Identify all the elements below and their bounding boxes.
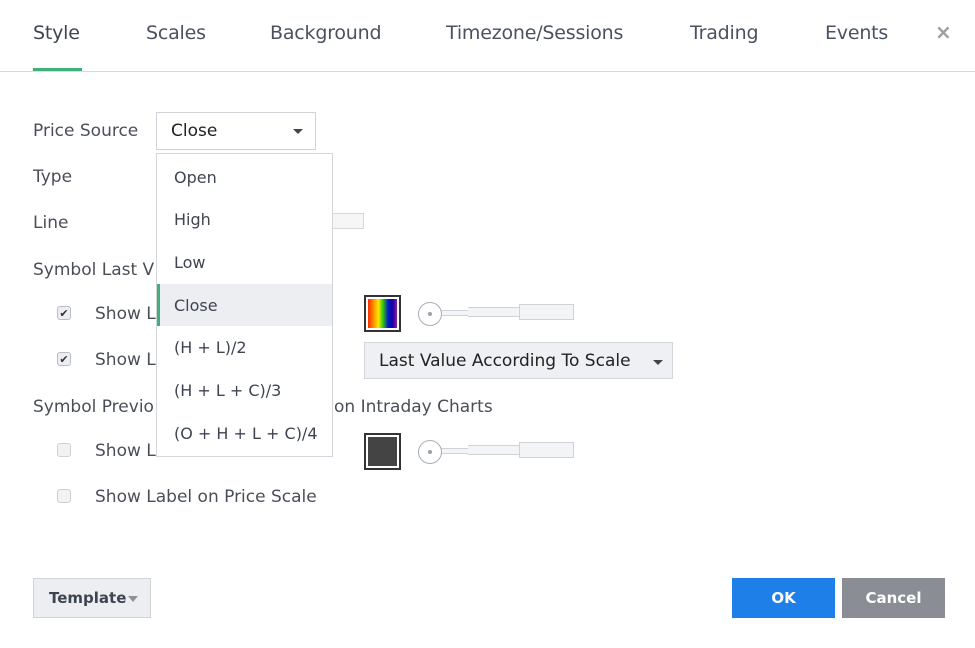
chevron-down-icon xyxy=(128,596,138,602)
show-label-label: Show L xyxy=(95,350,156,370)
price-source-label: Price Source xyxy=(33,121,139,141)
price-source-value: Close xyxy=(171,121,218,141)
last-value-color-picker[interactable] xyxy=(364,295,401,332)
tab-background[interactable]: Background xyxy=(270,22,382,44)
dropdown-option-ohlc4[interactable]: (O + H + L + C)/4 xyxy=(157,412,332,454)
close-icon[interactable]: × xyxy=(935,20,952,44)
price-source-dropdown: Open High Low Close (H + L)/2 (H + L + C… xyxy=(156,153,333,457)
symbol-prev-close-label: Symbol Previo xyxy=(33,397,154,417)
ok-button[interactable]: OK xyxy=(732,578,835,618)
tab-style[interactable]: Style xyxy=(33,22,80,44)
prev-show-label-checkbox[interactable] xyxy=(57,489,71,503)
dropdown-option-open[interactable]: Open xyxy=(157,156,332,198)
color-preview xyxy=(368,299,397,328)
line-label: Line xyxy=(33,213,69,233)
active-tab-indicator xyxy=(33,68,82,71)
symbol-prev-close-label-suffix: on Intraday Charts xyxy=(334,397,493,417)
dropdown-option-high[interactable]: High xyxy=(157,198,332,240)
check-icon: ✔ xyxy=(59,352,69,366)
last-value-opacity-slider[interactable] xyxy=(418,302,578,326)
tab-scales[interactable]: Scales xyxy=(146,22,206,44)
slider-handle[interactable] xyxy=(418,440,442,464)
prev-close-color-picker[interactable] xyxy=(364,433,401,470)
chevron-down-icon xyxy=(653,359,663,365)
color-preview xyxy=(368,437,397,466)
dropdown-option-hl2[interactable]: (H + L)/2 xyxy=(157,326,332,368)
prev-show-label-label: Show Label on Price Scale xyxy=(95,487,317,507)
tab-events[interactable]: Events xyxy=(825,22,888,44)
slider-handle[interactable] xyxy=(418,302,442,326)
prev-show-line-checkbox[interactable] xyxy=(57,443,71,457)
show-label-checkbox[interactable]: ✔ xyxy=(57,352,71,366)
prev-close-opacity-slider[interactable] xyxy=(418,440,578,464)
last-value-mode-value: Last Value According To Scale xyxy=(379,350,631,371)
tab-timezone-sessions[interactable]: Timezone/Sessions xyxy=(446,22,623,44)
chevron-down-icon xyxy=(293,129,303,134)
dropdown-option-close[interactable]: Close xyxy=(157,284,332,326)
show-line-label: Show L xyxy=(95,304,156,324)
dropdown-option-low[interactable]: Low xyxy=(157,241,332,283)
tab-bar: Style Scales Background Timezone/Session… xyxy=(0,0,975,72)
line-width-field[interactable] xyxy=(332,213,364,229)
tab-trading[interactable]: Trading xyxy=(690,22,759,44)
type-label: Type xyxy=(33,167,73,187)
last-value-mode-select[interactable]: Last Value According To Scale xyxy=(364,342,673,379)
dropdown-option-hlc3[interactable]: (H + L + C)/3 xyxy=(157,369,332,411)
symbol-last-value-label: Symbol Last V xyxy=(33,260,155,280)
template-label: Template xyxy=(49,589,127,607)
cancel-button[interactable]: Cancel xyxy=(842,578,945,618)
show-line-checkbox[interactable]: ✔ xyxy=(57,306,71,320)
template-button[interactable]: Template xyxy=(33,578,151,618)
price-source-select[interactable]: Close xyxy=(156,112,316,150)
check-icon: ✔ xyxy=(59,306,69,320)
